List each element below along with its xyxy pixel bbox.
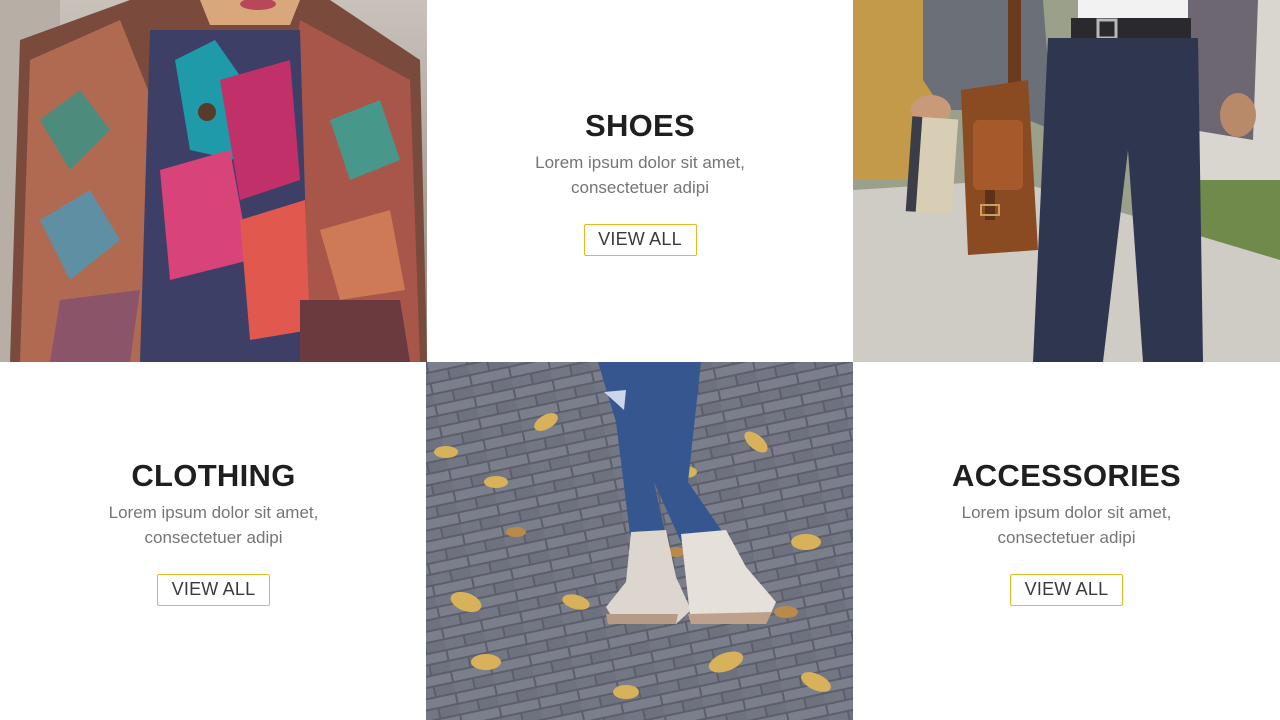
leather-bag-image bbox=[853, 0, 1280, 362]
shoes-description: Lorem ipsum dolor sit amet, consectetuer… bbox=[510, 150, 770, 200]
boots-image bbox=[426, 362, 853, 720]
accessories-content: ACCESSORIES Lorem ipsum dolor sit amet, … bbox=[853, 456, 1280, 606]
clothing-title: CLOTHING bbox=[131, 458, 296, 493]
clothing-view-all-button[interactable]: VIEW ALL bbox=[157, 574, 270, 606]
clothing-description-line2: consectetuer adipi bbox=[144, 528, 283, 547]
accessories-title: ACCESSORIES bbox=[952, 458, 1181, 493]
clothing-panel: CLOTHING Lorem ipsum dolor sit amet, con… bbox=[0, 362, 427, 720]
shoes-panel: SHOES Lorem ipsum dolor sit amet, consec… bbox=[427, 0, 853, 362]
shoes-description-line2: consectetuer adipi bbox=[571, 178, 709, 197]
poncho-image bbox=[0, 0, 427, 362]
shoes-content: SHOES Lorem ipsum dolor sit amet, consec… bbox=[427, 106, 853, 256]
category-grid: SHOES Lorem ipsum dolor sit amet, consec… bbox=[0, 0, 1280, 720]
shoes-view-all-button[interactable]: VIEW ALL bbox=[583, 224, 697, 256]
clothing-description: Lorem ipsum dolor sit amet, consectetuer… bbox=[84, 500, 344, 550]
shoes-title: SHOES bbox=[584, 108, 696, 143]
clothing-content: CLOTHING Lorem ipsum dolor sit amet, con… bbox=[0, 456, 427, 606]
accessories-view-all-button[interactable]: VIEW ALL bbox=[1010, 574, 1123, 606]
accessories-description: Lorem ipsum dolor sit amet, consectetuer… bbox=[937, 500, 1197, 550]
accessories-description-line2: consectetuer adipi bbox=[997, 528, 1136, 547]
shoes-description-line1: Lorem ipsum dolor sit amet, bbox=[535, 153, 745, 172]
clothing-description-line1: Lorem ipsum dolor sit amet, bbox=[108, 503, 319, 522]
man-with-leather-bag-photo bbox=[853, 0, 1280, 362]
white-boots-on-pavement-photo bbox=[426, 362, 853, 720]
accessories-description-line1: Lorem ipsum dolor sit amet, bbox=[961, 503, 1172, 522]
accessories-panel: ACCESSORIES Lorem ipsum dolor sit amet, … bbox=[853, 362, 1280, 720]
colorful-poncho-photo bbox=[0, 0, 427, 362]
